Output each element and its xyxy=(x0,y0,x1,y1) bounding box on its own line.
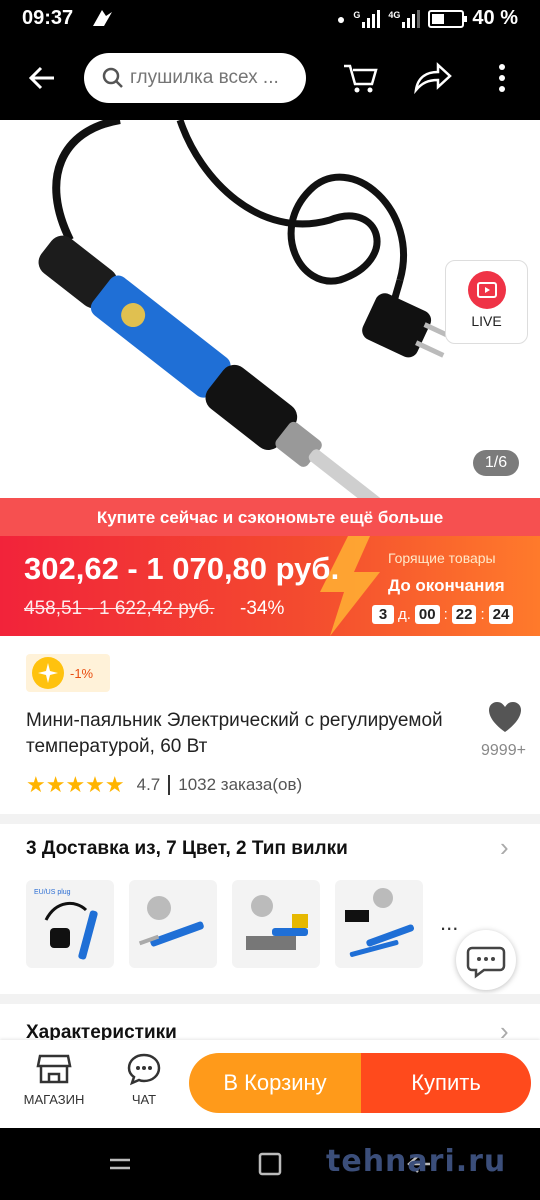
divider xyxy=(0,994,540,1004)
divider xyxy=(0,814,540,824)
variant-thumb-3[interactable] xyxy=(232,880,320,968)
signal-4g-icon: 4G xyxy=(388,9,421,28)
old-price: 458,51 - 1 622,42 руб. xyxy=(24,598,215,619)
sparkle-icon xyxy=(32,657,64,689)
thumb-plug-label: EU/US plug xyxy=(34,889,71,896)
star-rating-icons: ★★★★★ xyxy=(26,772,125,797)
separator xyxy=(168,775,171,795)
dot-icon: ● xyxy=(336,10,346,27)
chat-icon xyxy=(127,1053,161,1086)
timer-hours: 00 xyxy=(414,605,440,624)
rating-row[interactable]: ★★★★★ 4.7 1032 заказа(ов) xyxy=(26,772,302,798)
store-icon xyxy=(36,1054,72,1084)
bottom-action-bar: МАГАЗИН ЧАТ В Корзину Купить xyxy=(0,1040,540,1128)
promo-price-block: 302,62 - 1 070,80 руб. 458,51 - 1 622,42… xyxy=(0,536,540,636)
cart-icon[interactable] xyxy=(340,58,380,98)
discount: -34% xyxy=(240,598,285,619)
until-label: До окончания xyxy=(388,576,505,595)
orders-count: 1032 заказа(ов) xyxy=(178,775,303,794)
tv-icon xyxy=(467,271,506,309)
watermark: tehnari.ru xyxy=(326,1144,507,1179)
chat-button[interactable]: ЧАТ xyxy=(104,1052,184,1107)
variant-thumb-1[interactable]: EU/US plug xyxy=(26,880,114,968)
timer-seconds: 24 xyxy=(488,605,514,624)
live-button[interactable]: LIVE xyxy=(445,260,528,344)
add-to-cart-button[interactable]: В Корзину xyxy=(189,1053,361,1113)
timer-days: 3 xyxy=(372,605,394,624)
back-arrow-icon[interactable] xyxy=(24,60,60,96)
product-image[interactable]: LIVE 1/6 xyxy=(0,120,540,498)
wishlist-count: 9999+ xyxy=(481,742,526,759)
battery-percent: 40 % xyxy=(472,7,518,29)
status-time: 09:37 xyxy=(22,7,74,29)
chat-label: ЧАТ xyxy=(131,1092,157,1107)
product-title: Мини-паяльник Электрический с регулируем… xyxy=(26,710,443,757)
variant-thumb-4[interactable] xyxy=(335,880,423,968)
notification-icon xyxy=(90,6,116,36)
price-range: 302,62 - 1 070,80 руб. xyxy=(24,551,340,586)
chevron-right-icon[interactable]: › xyxy=(500,832,509,863)
variant-thumb-2[interactable] xyxy=(129,880,217,968)
variant-thumbnails: EU/US plug xyxy=(26,880,423,968)
search-bar[interactable] xyxy=(84,53,306,103)
live-label: LIVE xyxy=(471,313,502,329)
rating-value: 4.7 xyxy=(136,775,161,794)
store-label: МАГАЗИН xyxy=(23,1092,85,1107)
image-counter: 1/6 xyxy=(473,450,519,476)
store-button[interactable]: МАГАЗИН xyxy=(14,1052,94,1107)
coupon-percent: -1% xyxy=(70,665,94,681)
heart-icon[interactable] xyxy=(487,700,523,734)
timer-days-unit: д. xyxy=(398,606,411,623)
variants-title[interactable]: 3 Доставка из, 7 Цвет, 2 Тип вилки xyxy=(26,838,348,860)
chat-float-button[interactable] xyxy=(456,930,516,990)
recent-apps-icon[interactable] xyxy=(106,1152,134,1181)
buy-now-button[interactable]: Купить xyxy=(361,1053,531,1113)
search-icon xyxy=(102,67,123,88)
top-nav xyxy=(0,38,540,120)
share-icon[interactable] xyxy=(412,58,452,98)
promo-banner[interactable]: Купите сейчас и сэкономьте ещё больше xyxy=(0,498,540,536)
search-input[interactable] xyxy=(130,67,290,89)
hot-label: Горящие товары xyxy=(388,550,496,566)
signal-icon: G xyxy=(353,9,381,28)
home-icon[interactable] xyxy=(257,1151,283,1182)
more-vert-icon[interactable] xyxy=(490,58,514,98)
timer-minutes: 22 xyxy=(451,605,477,624)
coupon-badge[interactable]: -1% xyxy=(26,654,110,692)
battery-icon xyxy=(428,9,468,28)
status-bar: 09:37 ● G 4G 40 % xyxy=(0,0,540,38)
countdown-timer: 3 д. 00 : 22 : 24 xyxy=(372,605,514,624)
chat-bubble-icon xyxy=(466,946,506,979)
